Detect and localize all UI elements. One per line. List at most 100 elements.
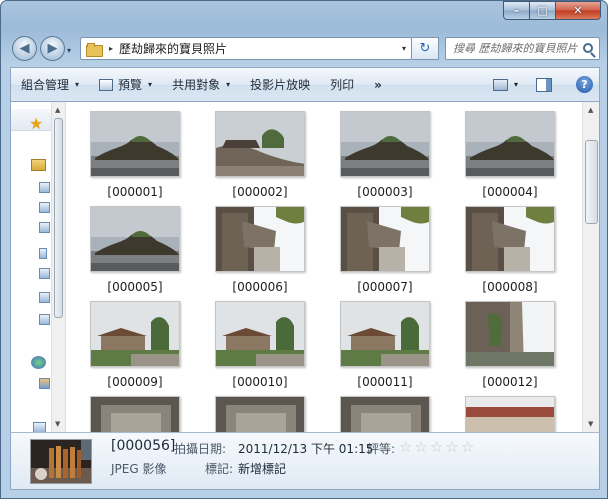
content-area: ★ ▲ ▼ [000001] [000002] [000003] [000004] [0… (10, 101, 600, 433)
change-view-icon[interactable] (492, 78, 508, 91)
photo-thumbnail[interactable] (90, 301, 180, 367)
photo-thumbnail[interactable] (465, 111, 555, 177)
photo-tile[interactable] (80, 396, 190, 432)
content-scrollbar[interactable]: ▲ ▼ (582, 102, 599, 432)
preview-label: 預覽 (118, 78, 143, 92)
photo-tile[interactable]: [000012] (455, 301, 565, 389)
organize-button[interactable]: 組合管理 ▾ (11, 68, 89, 101)
breadcrumb-arrow-icon[interactable]: ▸ (109, 44, 113, 53)
search-box[interactable] (445, 37, 600, 60)
rating-stars[interactable]: ☆ ☆ ☆ ☆ ☆ (399, 439, 476, 455)
photo-tile[interactable]: [000011] (330, 301, 440, 389)
command-bar: 組合管理 ▾ 預覽 ▾ 共用對象 ▾ 投影片放映 列印 » ▾ ? (10, 67, 600, 101)
address-bar[interactable]: ▸ 歷劫歸來的寶貝照片 ▾ (80, 37, 412, 60)
nav-pane-scrollbar[interactable]: ▲ ▼ (51, 102, 65, 432)
photo-tile[interactable]: [000010] (205, 301, 315, 389)
nav-libraries-icon[interactable] (31, 159, 46, 171)
preview-button[interactable]: 預覽 ▾ (89, 68, 162, 101)
rating-star-icon[interactable]: ☆ (461, 439, 474, 455)
nav-music-icon[interactable] (39, 202, 50, 213)
photo-thumbnail[interactable] (340, 206, 430, 272)
more-commands-button[interactable]: » (364, 68, 392, 101)
view-options-chevron-icon[interactable]: ▾ (514, 80, 518, 89)
photo-thumbnail[interactable] (465, 206, 555, 272)
date-taken-label: 拍攝日期: (174, 442, 227, 456)
photo-tile[interactable] (330, 396, 440, 432)
nav-document-icon[interactable] (39, 222, 50, 233)
nav-video-icon[interactable] (39, 268, 50, 279)
search-icon[interactable] (583, 43, 593, 53)
recent-pages-dropdown[interactable]: ▾ (67, 46, 71, 55)
photo-tile[interactable]: [000002] (205, 111, 315, 199)
photo-thumbnail[interactable] (340, 396, 430, 432)
rating-star-icon[interactable]: ☆ (399, 439, 412, 455)
minimize-button[interactable]: – (503, 1, 530, 20)
back-button[interactable]: ◀ (12, 36, 37, 61)
caption-buttons: – □ ✕ (503, 1, 601, 20)
help-icon[interactable]: ? (576, 76, 593, 93)
nav-pictures-icon[interactable] (39, 292, 50, 303)
preview-pane-icon[interactable] (536, 77, 552, 92)
photo-tile[interactable]: [000003] (330, 111, 440, 199)
food-skewers-image (31, 440, 91, 483)
scroll-up-icon[interactable]: ▲ (588, 106, 593, 114)
photo-tile[interactable]: [000008] (455, 206, 565, 294)
photo-thumbnail[interactable] (340, 111, 430, 177)
nav-user-icon[interactable] (39, 378, 50, 389)
tags-label: 標記: (205, 462, 234, 476)
photo-filename: [000004] (482, 185, 538, 199)
photo-thumbnail[interactable] (215, 301, 305, 367)
maximize-button[interactable]: □ (530, 1, 556, 20)
nav-homegroup-icon[interactable] (31, 356, 46, 369)
photo-thumbnail[interactable] (340, 301, 430, 367)
photo-grid: [000001] [000002] [000003] [000004] [000005]… (72, 102, 582, 432)
scroll-down-icon[interactable]: ▼ (588, 420, 593, 428)
share-button[interactable]: 共用對象 ▾ (162, 68, 240, 101)
forward-button[interactable]: ▶ (40, 36, 65, 61)
chevron-down-icon: ▾ (75, 80, 80, 89)
content-scroll-thumb[interactable] (585, 140, 598, 224)
nav-audio-icon[interactable] (39, 248, 47, 259)
photo-thumbnail[interactable] (215, 111, 305, 177)
add-tag-field[interactable]: 新增標記 (238, 460, 286, 477)
close-button[interactable]: ✕ (556, 1, 601, 20)
photo-tile[interactable]: [000007] (330, 206, 440, 294)
photo-thumbnail[interactable] (465, 396, 555, 432)
photo-tile[interactable]: [000004] (455, 111, 565, 199)
photo-thumbnail[interactable] (90, 206, 180, 272)
photo-tile[interactable]: [000001] (80, 111, 190, 199)
explorer-window: – □ ✕ ◀ ▶ ▾ ▸ 歷劫歸來的寶貝照片 ▾ ↻ 組合管理 ▾ 預覽 ▾ … (0, 0, 608, 499)
favorites-star-icon: ★ (29, 114, 44, 133)
nav-documents-icon[interactable] (39, 182, 50, 193)
photo-filename: [000012] (482, 375, 538, 389)
nav-pane-scroll-thumb[interactable] (54, 118, 63, 318)
photo-filename: [000009] (107, 375, 163, 389)
address-dropdown-icon[interactable]: ▾ (402, 44, 406, 53)
rating-star-icon[interactable]: ☆ (414, 439, 427, 455)
print-button[interactable]: 列印 (320, 68, 364, 101)
photo-tile[interactable]: [000005] (80, 206, 190, 294)
breadcrumb-current-folder[interactable]: 歷劫歸來的寶貝照片 (119, 40, 227, 57)
photo-thumbnail[interactable] (90, 111, 180, 177)
photo-tile[interactable]: [000009] (80, 301, 190, 389)
nav-favorites-item[interactable]: ★ (11, 109, 51, 133)
photo-thumbnail[interactable] (465, 301, 555, 367)
photo-tile[interactable]: [000006] (205, 206, 315, 294)
photo-thumbnail[interactable] (215, 396, 305, 432)
scroll-down-icon[interactable]: ▼ (55, 420, 60, 428)
scroll-up-icon[interactable]: ▲ (55, 106, 60, 114)
nav-computer-icon[interactable] (39, 314, 50, 325)
refresh-button[interactable]: ↻ (412, 37, 439, 60)
slideshow-button[interactable]: 投影片放映 (240, 68, 320, 101)
search-input[interactable] (453, 42, 583, 55)
photo-filename: [000010] (232, 375, 288, 389)
rating-star-icon[interactable]: ☆ (445, 439, 458, 455)
selected-photo-thumbnail[interactable] (30, 439, 92, 484)
refresh-icon: ↻ (419, 41, 431, 56)
rating-star-icon[interactable]: ☆ (430, 439, 443, 455)
photo-tile[interactable] (205, 396, 315, 432)
photo-thumbnail[interactable] (90, 396, 180, 432)
navigation-pane: ★ ▲ ▼ (11, 102, 66, 433)
photo-tile[interactable] (455, 396, 565, 432)
photo-thumbnail[interactable] (215, 206, 305, 272)
